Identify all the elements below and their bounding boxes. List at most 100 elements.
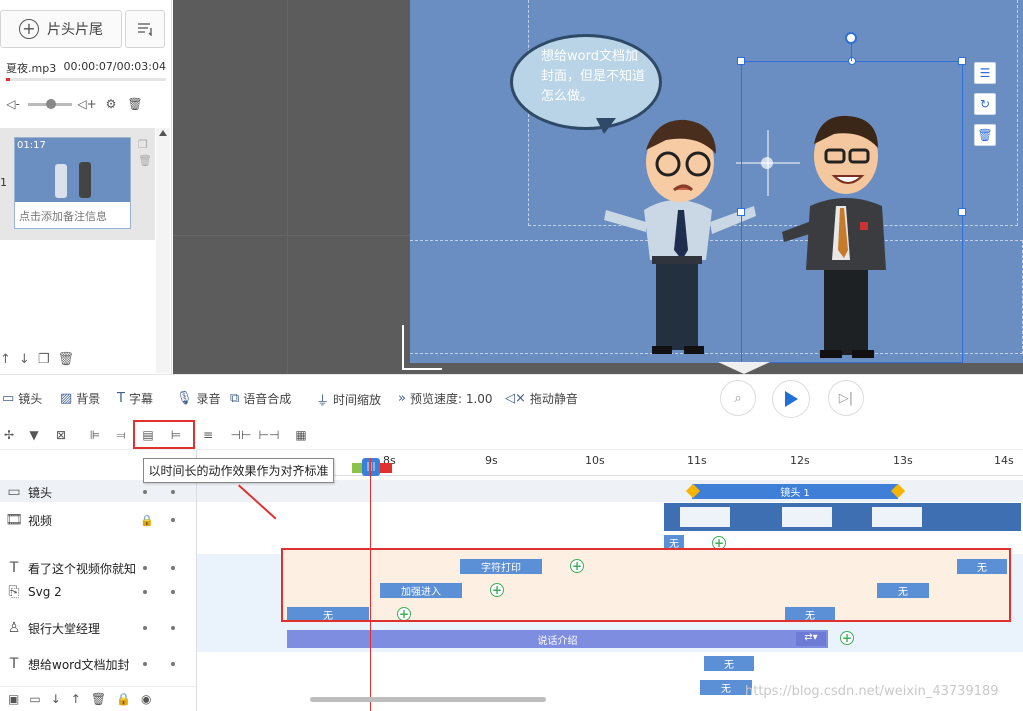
scene-actions: ↑ ↓ ❐ 🗑: [0, 352, 100, 367]
selection-box[interactable]: [737, 57, 966, 363]
tick-label: 11s: [687, 454, 707, 467]
main-toolbar: ▭ 镜头 ▨ 背景 T 字幕 🎙 录音 ⧉ 语音合成 ⏚ 时间缩放 » 预览速度: 1.00 …: [0, 374, 1023, 420]
audio-info: 夏夜.mp3 00:00:07/00:03:04: [6, 60, 166, 76]
align-icon[interactable]: ☰: [974, 62, 996, 84]
properties-icon[interactable]: ▦: [292, 427, 310, 443]
add-keyframe-icon[interactable]: +: [840, 631, 854, 645]
scene-thumbnail[interactable]: 01:17 点击添加备注信息: [14, 137, 131, 229]
camera-icon: ▭: [7, 484, 21, 500]
next-button[interactable]: ▷|: [828, 380, 864, 416]
tick-label: 14s: [994, 454, 1014, 467]
shrink-icon[interactable]: ⊣⊢: [231, 427, 252, 443]
filter-icon[interactable]: ▼: [25, 427, 43, 443]
track-text-1[interactable]: T 看了这个视频你就知: [0, 556, 196, 580]
video-clip[interactable]: [664, 503, 1021, 531]
distribute-icon[interactable]: ≡: [199, 427, 217, 443]
folder-icon[interactable]: ▭: [29, 692, 40, 706]
highlight-box: [133, 420, 195, 449]
scene-scrollbar[interactable]: [156, 128, 170, 373]
volume-slider[interactable]: [28, 98, 72, 109]
track-video[interactable]: 🎞 视频 🔒: [0, 508, 196, 532]
align-right-icon[interactable]: ⫤: [112, 427, 130, 443]
watermark: https://blog.csdn.net/weixin_43739189: [745, 684, 999, 699]
duplicate-icon[interactable]: ❐: [38, 352, 50, 367]
camera-icon: ▭: [2, 391, 15, 406]
camera-tool[interactable]: ▭ 镜头: [2, 390, 42, 407]
zoom-preview-button[interactable]: ⌕: [720, 380, 756, 416]
track-camera[interactable]: ▭ 镜头: [0, 480, 196, 504]
film-icon: 🎞: [5, 512, 23, 528]
time-scale-icon: ⏚: [316, 394, 330, 409]
background-icon: ▨: [60, 391, 73, 406]
loop-icon[interactable]: ⇄▾: [796, 632, 826, 646]
tick-label: 10s: [585, 454, 605, 467]
scene-index: 1: [0, 176, 7, 189]
background-tool[interactable]: ▨ 背景: [60, 390, 100, 407]
scene-duration: 01:17: [17, 140, 46, 151]
scene-note[interactable]: 点击添加备注信息: [19, 208, 107, 224]
playhead[interactable]: [370, 458, 371, 711]
keyframe-icon[interactable]: ✢: [0, 427, 18, 443]
tick-label: 12s: [790, 454, 810, 467]
add-track-icon[interactable]: ▣: [8, 692, 19, 706]
track-text-2[interactable]: T 想给word文档加封: [0, 652, 196, 676]
subtitle-icon: T: [117, 391, 125, 406]
align-left-icon[interactable]: ⊫: [86, 427, 104, 443]
audio-progress[interactable]: [6, 78, 166, 81]
scene-panel: + 片头片尾 夏夜.mp3 00:00:07/00:03:04 ◁- ◁+ ⚙ …: [0, 0, 172, 374]
eye-icon[interactable]: ◉: [141, 692, 151, 706]
head-tail-button[interactable]: + 片头片尾: [0, 10, 122, 48]
preview-speed-tool[interactable]: » 预览速度: 1.00: [398, 390, 493, 407]
tick-label: 9s: [485, 454, 498, 467]
timeline-scrollbar[interactable]: [310, 697, 546, 702]
delete-icon[interactable]: 🗑: [57, 352, 74, 367]
trash-icon[interactable]: 🗑: [91, 692, 106, 706]
move-down-icon[interactable]: ↓: [19, 352, 30, 367]
lock-icon[interactable]: 🔒: [140, 514, 154, 527]
audio-name: 夏夜.mp3: [6, 62, 57, 75]
camera-clip[interactable]: 镜头 1: [692, 484, 898, 499]
person-icon: ♙: [7, 620, 21, 636]
copy-icon[interactable]: ❐: [138, 138, 148, 151]
expand-icon[interactable]: ⊢⊣: [259, 427, 280, 443]
trash-icon[interactable]: 🗑: [974, 124, 996, 146]
audio-controls: ◁- ◁+ ⚙ 🗑: [4, 94, 164, 114]
scene-list-button[interactable]: [125, 10, 165, 48]
tick-label: 13s: [893, 454, 913, 467]
word-none-clip[interactable]: 无: [704, 656, 754, 671]
delete-scene-icon[interactable]: 🗑: [138, 154, 152, 167]
playhead-handle[interactable]: |||: [362, 458, 380, 476]
lock-icon[interactable]: 🔒: [116, 692, 131, 706]
trash-icon[interactable]: 🗑: [126, 95, 144, 113]
move-up-icon[interactable]: ↑: [0, 352, 11, 367]
volume-down-icon[interactable]: ◁-: [4, 95, 22, 113]
mute-icon: ◁×: [505, 391, 526, 406]
highlight-rect: [281, 548, 1011, 622]
clear-filter-icon[interactable]: ⊠: [52, 427, 70, 443]
align-tooltip: 以时间长的动作效果作为对齐标准: [143, 458, 334, 483]
track-manager[interactable]: ♙ 银行大堂经理: [0, 616, 196, 640]
track-actions: ▣ ▭ ↓ ↑ 🗑 🔒 ◉: [0, 686, 196, 711]
svg-icon: ⎘: [8, 584, 20, 600]
time-scale-tool[interactable]: ⏚ 时间缩放: [316, 390, 381, 409]
record-tool[interactable]: 🎙 录音: [176, 390, 221, 407]
move-down-icon[interactable]: ↓: [51, 692, 61, 706]
bubble-text: 想给word文档加封面，但是不知道怎么做。: [541, 49, 646, 104]
text-icon: T: [9, 560, 19, 576]
plus-icon: +: [19, 19, 39, 39]
mute-tool[interactable]: ◁× 拖动静音: [505, 390, 578, 407]
tts-tool[interactable]: ⧉ 语音合成: [230, 390, 291, 407]
gear-icon[interactable]: ⚙: [102, 95, 120, 113]
rotate-handle[interactable]: [845, 32, 857, 44]
track-svg2[interactable]: ⎘ Svg 2: [0, 580, 196, 604]
volume-up-icon[interactable]: ◁+: [77, 95, 96, 113]
scene-preview: 01:17: [15, 138, 130, 202]
play-button[interactable]: [772, 380, 810, 418]
speech-clip[interactable]: 说话介绍: [287, 630, 828, 648]
subtitle-tool[interactable]: T 字幕: [117, 390, 153, 407]
rotate-icon[interactable]: ↻: [974, 93, 996, 115]
list-icon: [138, 23, 152, 36]
move-up-icon[interactable]: ↑: [71, 692, 81, 706]
audio-time: 00:00:07/00:03:04: [63, 60, 166, 73]
text-icon: T: [9, 656, 19, 672]
